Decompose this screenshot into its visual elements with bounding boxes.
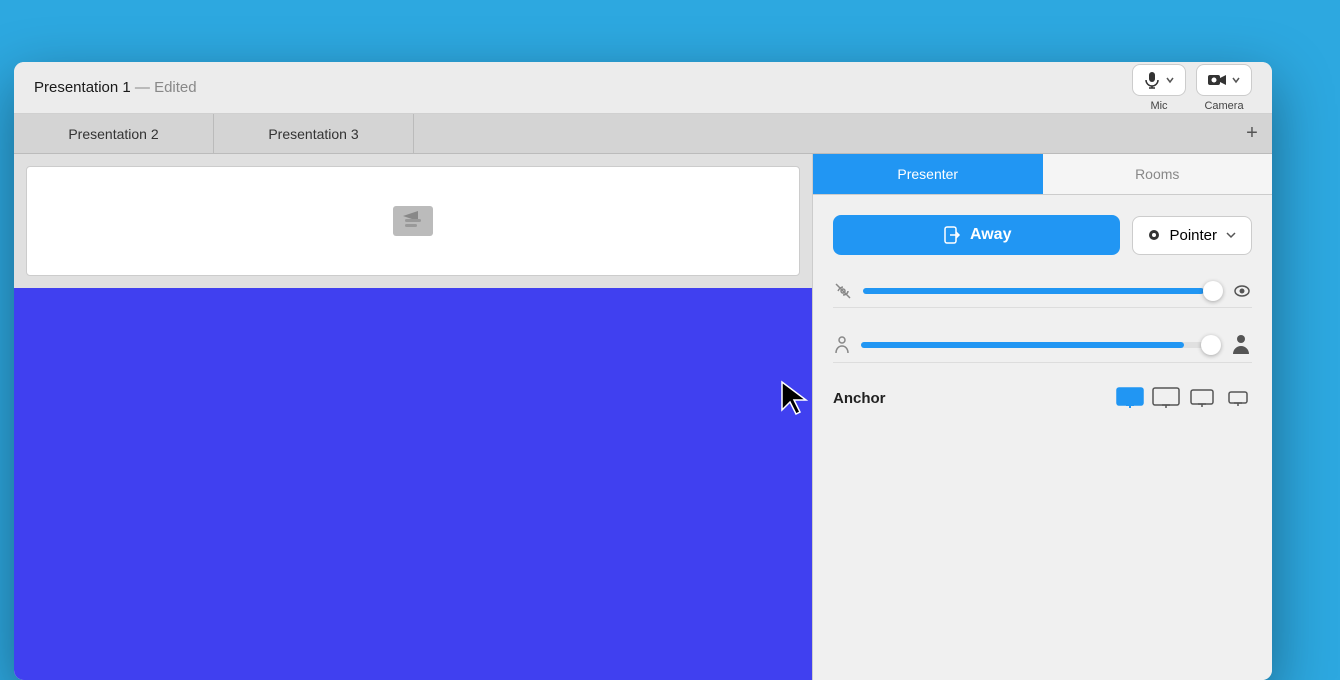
main-window: Presentation 1 — Edited Mic xyxy=(14,62,1272,680)
mic-label: Mic xyxy=(1150,100,1167,112)
visibility-slider[interactable] xyxy=(863,288,1222,294)
mic-control[interactable]: Mic xyxy=(1132,64,1186,112)
away-icon xyxy=(942,225,962,245)
content-area: Presenter Rooms Away xyxy=(14,154,1272,680)
right-panel: Presenter Rooms Away xyxy=(812,154,1272,680)
mic-icon xyxy=(1143,71,1161,89)
anchor-row: Anchor xyxy=(833,383,1252,409)
panel-tabs: Presenter Rooms xyxy=(813,154,1272,195)
anchor-label: Anchor xyxy=(833,390,886,407)
tab-presentation2[interactable]: Presentation 2 xyxy=(14,114,214,153)
slide-icon xyxy=(383,191,443,251)
size-slider[interactable] xyxy=(861,342,1220,348)
pointer-dropdown[interactable]: Pointer xyxy=(1132,216,1252,255)
add-tab-button[interactable]: + xyxy=(1232,114,1272,153)
camera-label: Camera xyxy=(1204,100,1243,112)
title-name: Presentation 1 xyxy=(34,79,131,96)
camera-control[interactable]: Camera xyxy=(1196,64,1252,112)
mic-button[interactable] xyxy=(1132,64,1186,96)
visibility-on-icon xyxy=(1232,281,1252,301)
camera-icon xyxy=(1207,71,1227,89)
title-bar: Presentation 1 — Edited Mic xyxy=(14,62,1272,114)
action-row: Away Pointer xyxy=(833,215,1252,255)
title-edited: Edited xyxy=(154,79,197,96)
anchor-screen-fill-icon[interactable] xyxy=(1116,387,1144,409)
tab-presentation3[interactable]: Presentation 3 xyxy=(214,114,414,153)
anchor-icons xyxy=(1116,387,1252,409)
person-large-icon xyxy=(1230,334,1252,356)
camera-button[interactable] xyxy=(1196,64,1252,96)
anchor-screen-small-icon[interactable] xyxy=(1188,387,1216,409)
person-small-icon xyxy=(833,335,851,355)
anchor-screen-minimal-icon[interactable] xyxy=(1224,387,1252,409)
away-button[interactable]: Away xyxy=(833,215,1120,255)
panel-content: Away Pointer xyxy=(813,195,1272,429)
slide-main xyxy=(14,288,812,680)
pointer-dot-icon xyxy=(1147,228,1161,242)
visibility-slider-row xyxy=(833,275,1252,308)
mic-chevron-icon xyxy=(1165,75,1175,85)
anchor-screen-icon[interactable] xyxy=(1152,387,1180,409)
slide-thumbnail xyxy=(26,166,800,276)
camera-chevron-icon xyxy=(1231,75,1241,85)
tab-presenter[interactable]: Presenter xyxy=(813,154,1043,194)
visibility-off-icon xyxy=(833,281,853,301)
tab-rooms[interactable]: Rooms xyxy=(1043,154,1273,194)
pointer-chevron-icon xyxy=(1225,229,1237,241)
tab-bar: Presentation 2 Presentation 3 + xyxy=(14,114,1272,154)
window-title: Presentation 1 — Edited xyxy=(34,79,197,96)
slide-area xyxy=(14,154,812,680)
title-separator: — xyxy=(135,79,154,96)
size-slider-row xyxy=(833,328,1252,363)
title-bar-controls: Mic Camera xyxy=(1132,64,1252,112)
